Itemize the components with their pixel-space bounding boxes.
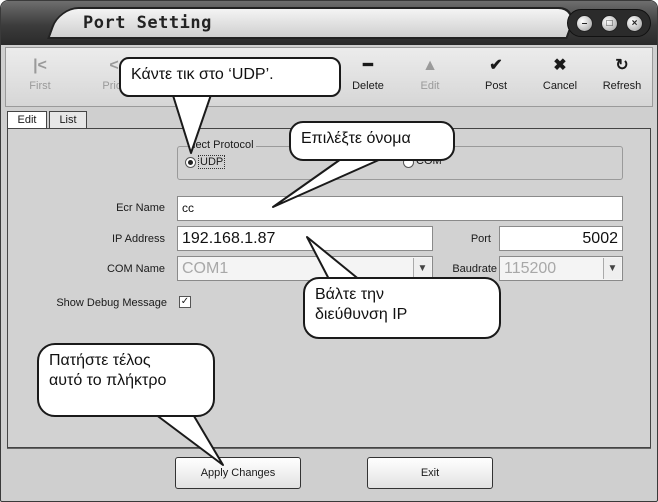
edit-icon: ▲	[422, 57, 438, 74]
cancel-label: Cancel	[542, 80, 578, 92]
callout-ip-line1: Βάλτε την	[315, 286, 385, 303]
apply-changes-button[interactable]: Apply Changes	[175, 457, 301, 489]
post-label: Post	[484, 80, 507, 92]
close-icon[interactable]: ×	[626, 15, 643, 32]
baudrate-label: Baudrate	[452, 263, 497, 275]
edit-button[interactable]: ▲ Edit	[400, 56, 460, 100]
port-setting-window: Port Setting – □ × |< First < Prior ━ De…	[0, 0, 658, 502]
callout-ip-line2: διεύθυνση IP	[315, 306, 408, 323]
baudrate-chevron-down-icon[interactable]: ▼	[603, 258, 621, 279]
post-icon: ✔	[489, 57, 503, 74]
cancel-icon: ✖	[553, 57, 567, 74]
protocol-legend: lect Protocol	[191, 139, 256, 151]
post-button[interactable]: ✔ Post	[466, 56, 526, 100]
show-debug-checkbox[interactable]: ✓	[179, 296, 191, 308]
callout-udp-tip: Κάντε τικ στο ‘UDP’.	[119, 57, 341, 97]
com-name-label: COM Name	[106, 263, 165, 275]
port-label: Port	[470, 233, 491, 245]
port-field[interactable]: 5002	[499, 226, 623, 251]
ecr-name-field[interactable]: cc	[177, 196, 623, 221]
callout-apply-line2: αυτό το πλήκτρο	[49, 372, 167, 389]
first-icon: |<	[33, 57, 47, 74]
delete-button[interactable]: ━ Delete	[338, 56, 398, 100]
delete-label: Delete	[352, 80, 384, 92]
refresh-label: Refresh	[602, 80, 642, 92]
ip-address-label: IP Address	[112, 233, 165, 245]
show-debug-label: Show Debug Message	[56, 297, 167, 309]
exit-button[interactable]: Exit	[367, 457, 493, 489]
window-controls: – □ ×	[567, 9, 651, 37]
udp-label[interactable]: UDP	[198, 155, 226, 169]
first-button[interactable]: |< First	[10, 56, 70, 100]
edit-label: Edit	[420, 80, 440, 92]
callout-ip-tip: Βάλτε την διεύθυνση IP	[303, 277, 501, 339]
footer-bar	[7, 448, 651, 498]
refresh-button[interactable]: ↻ Refresh	[592, 56, 652, 100]
callout-apply-line1: Πατήστε τέλος	[49, 352, 151, 369]
callout-apply-tip: Πατήστε τέλος αυτό το πλήκτρο	[37, 343, 215, 417]
callout-name-tip: Επιλέξτε όνομα	[289, 121, 455, 161]
window-title: Port Setting	[83, 13, 212, 33]
minimize-icon[interactable]: –	[576, 15, 593, 32]
tab-list[interactable]: List	[49, 111, 87, 129]
ip-address-field[interactable]: 192.168.1.87	[177, 226, 433, 251]
tab-edit[interactable]: Edit	[7, 111, 47, 129]
udp-radio[interactable]	[185, 157, 196, 168]
com-name-chevron-down-icon[interactable]: ▼	[413, 258, 431, 279]
first-label: First	[29, 80, 51, 92]
title-bar[interactable]: Port Setting – □ ×	[1, 1, 657, 45]
refresh-icon: ↻	[615, 57, 629, 74]
restore-icon[interactable]: □	[601, 15, 618, 32]
delete-icon: ━	[363, 57, 373, 74]
cancel-button[interactable]: ✖ Cancel	[530, 56, 590, 100]
ecr-name-label: Ecr Name	[116, 202, 165, 214]
